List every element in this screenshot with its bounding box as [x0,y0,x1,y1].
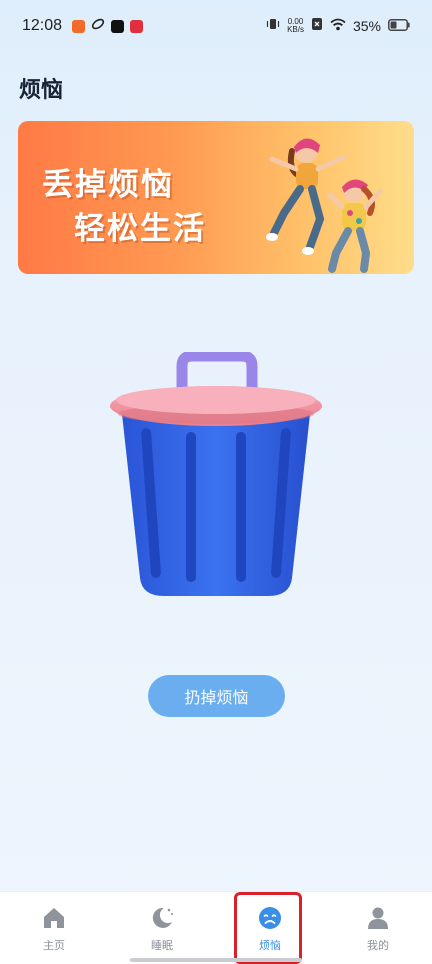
battery-percent: 35% [352,18,381,34]
tab-worries-label: 烦恼 [259,939,281,952]
home-icon [44,908,64,928]
sync-icon [91,17,105,35]
net-speed: 0.00 KB/s [287,18,304,34]
shopping-app-icon [130,19,144,33]
tiktok-icon [111,19,125,33]
status-bar: 12:08 0.00 KB/s 35% [0,0,432,52]
sad-face-icon [259,907,281,929]
trash-can-illustration[interactable] [108,352,324,602]
net-speed-unit: KB/s [287,25,304,34]
vibrate-icon [266,17,280,35]
tab-home[interactable]: 主页 [0,892,108,964]
tab-sleep-label: 睡眠 [151,939,173,952]
page-title: 烦恼 [19,78,64,103]
tab-profile-label: 我的 [367,939,389,952]
status-right: 0.00 KB/s 35% [266,17,410,35]
status-time: 12:08 [22,17,63,34]
wifi-icon [330,18,346,35]
person-icon [368,907,388,929]
status-left: 12:08 [22,17,144,35]
tab-worries[interactable]: 烦恼 [216,892,324,964]
moon-icon [152,907,173,928]
bottom-tab-bar: 主页 睡眠 烦恼 我的 [0,891,432,964]
tab-profile[interactable]: 我的 [324,892,432,964]
banner-subheadline: 轻松生活 [74,211,206,247]
promo-banner[interactable]: 丢掉烦恼 轻松生活 [18,121,414,274]
tab-home-label: 主页 [43,939,65,952]
tab-sleep[interactable]: 睡眠 [108,892,216,964]
jumping-girls-illustration [266,138,383,273]
banner-headline: 丢掉烦恼 [42,167,174,203]
home-indicator[interactable] [130,958,302,962]
app-notification-icon [72,19,86,33]
sim-off-icon [311,17,323,35]
battery-icon [388,18,410,35]
throw-away-button[interactable]: 扔掉烦恼 [148,675,285,717]
